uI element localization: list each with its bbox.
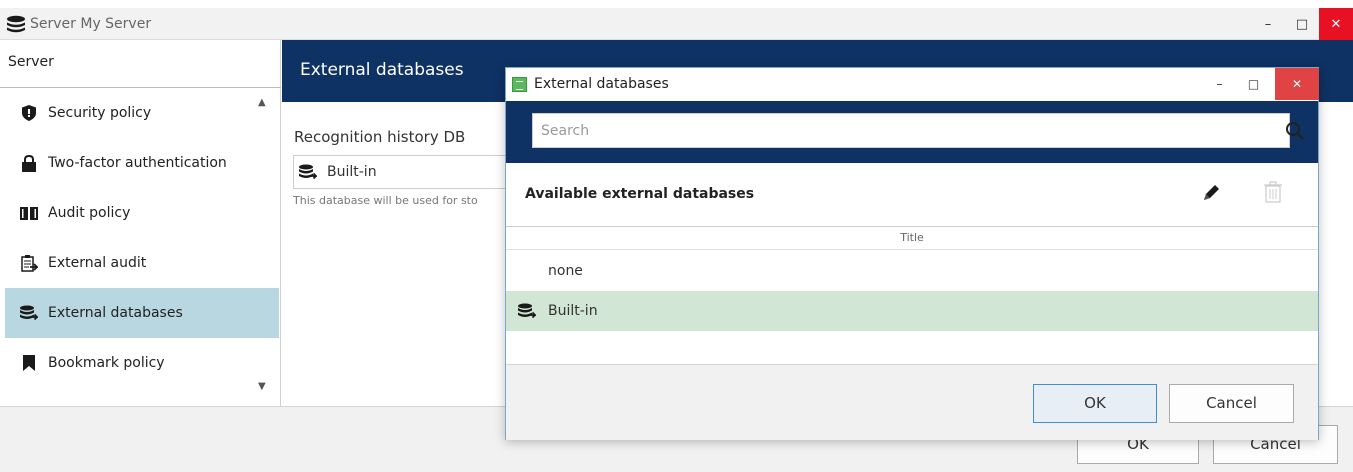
column-header-title[interactable]: Title	[506, 226, 1318, 250]
sidebar-header: Server	[8, 54, 54, 70]
server-stack-icon	[7, 15, 25, 33]
sidebar: Server ▲ ▼ Security policy Two-factor au…	[0, 40, 281, 406]
list-item[interactable]: none	[506, 251, 1318, 291]
database-icon	[299, 163, 319, 181]
dialog-ok-button[interactable]: OK	[1033, 384, 1157, 423]
dialog-title: External databases	[534, 76, 669, 92]
available-databases-heading: Available external databases	[525, 186, 755, 202]
search-icon[interactable]	[1285, 121, 1305, 141]
sidebar-item-label: External databases	[48, 305, 183, 321]
sidebar-item-label: Security policy	[48, 105, 152, 121]
dialog-cancel-button[interactable]: Cancel	[1169, 384, 1294, 423]
sidebar-item-label: Two-factor authentication	[48, 155, 227, 171]
sidebar-item-two-factor-authentication[interactable]: Two-factor authentication	[5, 138, 279, 188]
external-databases-dialog: External databases – □ ✕ Available exter…	[505, 67, 1319, 440]
lock-icon	[19, 153, 39, 173]
book-icon	[19, 203, 39, 223]
maximize-icon: □	[1247, 77, 1260, 91]
dialog-close-button[interactable]: ✕	[1275, 68, 1319, 100]
row-icon-placeholder	[518, 262, 538, 280]
close-icon: ✕	[1330, 16, 1342, 32]
search-field	[532, 113, 1304, 148]
close-icon: ✕	[1291, 77, 1303, 91]
maximize-button[interactable]: □	[1285, 8, 1319, 40]
dialog-minimize-button[interactable]: –	[1203, 68, 1236, 100]
maximize-icon: □	[1295, 16, 1309, 32]
minimize-button[interactable]: –	[1251, 8, 1285, 40]
list-item-label: none	[548, 263, 583, 279]
sidebar-item-external-audit[interactable]: External audit	[5, 238, 279, 288]
main-title-bar: Server My Server – □ ✕	[0, 8, 1353, 40]
database-icon	[518, 302, 538, 320]
minimize-icon: –	[1264, 16, 1272, 32]
list-item-label: Built-in	[548, 303, 598, 319]
pencil-icon[interactable]	[1200, 182, 1222, 204]
sidebar-item-label: External audit	[48, 255, 147, 271]
page-title: External databases	[300, 60, 464, 80]
window-title: Server My Server	[30, 16, 152, 32]
background-window-strip	[0, 0, 1353, 8]
list-icon	[512, 77, 527, 92]
minimize-icon: –	[1216, 77, 1223, 91]
sidebar-item-external-databases[interactable]: External databases	[5, 288, 279, 338]
recognition-history-label: Recognition history DB	[294, 128, 466, 146]
trash-icon[interactable]	[1263, 181, 1283, 203]
recognition-history-select[interactable]: Built-in	[293, 155, 513, 189]
list-item[interactable]: Built-in	[506, 291, 1318, 331]
sidebar-item-label: Bookmark policy	[48, 355, 165, 371]
dialog-title-bar: External databases – □ ✕	[506, 68, 1319, 101]
search-input[interactable]	[533, 114, 1233, 147]
external-audit-icon	[19, 253, 39, 273]
sidebar-item-audit-policy[interactable]: Audit policy	[5, 188, 279, 238]
dialog-maximize-button[interactable]: □	[1237, 68, 1270, 100]
database-icon	[19, 303, 39, 323]
sidebar-item-bookmark-policy[interactable]: Bookmark policy	[5, 338, 279, 388]
sidebar-item-security-policy[interactable]: Security policy	[5, 88, 279, 138]
recognition-history-value: Built-in	[327, 164, 377, 180]
recognition-history-note: This database will be used for sto	[293, 194, 478, 207]
close-button[interactable]: ✕	[1319, 8, 1353, 40]
sidebar-item-label: Audit policy	[48, 205, 131, 221]
bookmark-icon	[19, 353, 39, 373]
shield-icon	[19, 103, 39, 123]
